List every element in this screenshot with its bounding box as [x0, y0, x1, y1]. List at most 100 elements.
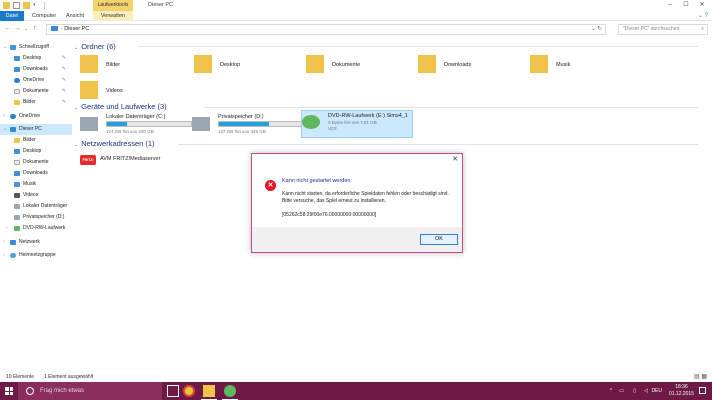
chrome-icon[interactable]	[183, 385, 195, 397]
error-code: [05262c58:29f00e76:00000000:00000000]	[282, 212, 377, 218]
sidebar-item-pc-downloads[interactable]: Downloads	[0, 168, 72, 179]
pin-icon[interactable]: ✎	[62, 97, 66, 108]
tab-ansicht[interactable]: Ansicht	[62, 11, 88, 21]
drive-c[interactable]: Lokaler Datenträger (C:) 174 GB frei von…	[80, 113, 194, 141]
sidebar-item-dvd[interactable]: › DVD-RW-Laufwerk	[0, 223, 72, 234]
folders-group-header[interactable]: ⌄ Ordner (6)	[74, 42, 116, 51]
sidebar-item-homegroup[interactable]: › Heimnetzgruppe	[0, 250, 72, 261]
pictures-icon	[14, 100, 20, 105]
chevron-down-icon[interactable]: ⌄	[3, 42, 7, 53]
sidebar-item-drive-c[interactable]: Lokaler Datenträger	[0, 201, 72, 212]
minimize-icon[interactable]: –	[662, 0, 678, 11]
folder-musik[interactable]: Musik	[530, 55, 640, 81]
refresh-icon[interactable]: ⌄ ↻	[591, 25, 602, 34]
pin-icon[interactable]: ✎	[62, 75, 66, 86]
sidebar-item-onedrive-pinned[interactable]: OneDrive ✎	[0, 75, 72, 86]
language-indicator[interactable]: DEU	[651, 388, 662, 394]
tab-computer[interactable]: Computer	[28, 11, 60, 21]
sidebar-item-pc-dokumente[interactable]: Dokumente	[0, 157, 72, 168]
windows-logo-icon	[5, 387, 13, 395]
chevron-down-icon[interactable]: ⌄	[74, 45, 78, 51]
hard-drive-icon	[14, 215, 20, 220]
drive-dvd[interactable]: DVD-RW-Laufwerk (E:) Sims4_1 0 Bytes fre…	[301, 110, 413, 138]
dialog-heading: Kann nicht gestartet werden:	[282, 178, 353, 184]
ok-button[interactable]: OK	[420, 234, 458, 245]
close-icon[interactable]: ✕	[694, 0, 710, 11]
folder-bilder[interactable]: Bilder	[80, 55, 190, 81]
properties-icon[interactable]	[13, 2, 20, 9]
view-toggle-icon[interactable]: ▤ ▦	[694, 372, 707, 382]
disc-icon	[14, 226, 20, 231]
new-folder-icon[interactable]	[23, 2, 30, 9]
sidebar-item-bilder[interactable]: Bilder ✎	[0, 97, 72, 108]
chevron-right-icon[interactable]: ›	[3, 111, 5, 122]
separator	[44, 2, 45, 9]
sidebar-item-downloads[interactable]: Downloads ✎	[0, 64, 72, 75]
tab-verwalten[interactable]: Verwalten	[93, 11, 133, 21]
windows-drive-icon	[80, 117, 98, 131]
drive-usage-fill	[219, 122, 270, 126]
up-icon[interactable]: ↑	[33, 24, 37, 34]
pin-icon[interactable]: ✎	[62, 53, 66, 64]
network-group-header[interactable]: ⌄ Netzwerkadressen (1)	[74, 139, 155, 148]
desktop-folder-icon	[194, 55, 212, 73]
sidebar-item-drive-d[interactable]: Privatspeicher (D:)	[0, 212, 72, 223]
start-button[interactable]	[0, 382, 18, 400]
folder-downloads[interactable]: Downloads	[418, 55, 528, 81]
recent-dropdown-icon[interactable]: ⌄	[24, 24, 28, 34]
pictures-folder-icon	[80, 55, 98, 73]
drive-usage-bar	[106, 121, 192, 127]
sidebar-item-pc-bilder[interactable]: Bilder	[0, 135, 72, 146]
sidebar-item-network[interactable]: › Netzwerk	[0, 237, 72, 248]
ribbon-expand-icon[interactable]: ⌄ ?	[698, 11, 708, 21]
battery-icon[interactable]: ▯	[633, 388, 636, 394]
network-icon[interactable]: ▭	[619, 388, 624, 394]
close-icon[interactable]: ✕	[452, 155, 458, 163]
sidebar-item-onedrive[interactable]: › OneDrive	[0, 111, 72, 122]
fritz-icon: FRITZ!	[80, 155, 96, 165]
taskbar-search[interactable]: Frag mich etwas	[18, 382, 162, 400]
chevron-right-icon[interactable]: ›	[6, 223, 8, 234]
maximize-icon[interactable]: ☐	[678, 0, 694, 11]
status-bar: 10 Elemente 1 Element ausgewählt ▤ ▦	[0, 372, 712, 382]
chevron-down-icon[interactable]: ⌄	[74, 105, 78, 111]
sidebar-item-desktop[interactable]: Desktop ✎	[0, 53, 72, 64]
chevron-down-icon[interactable]: ⌄	[3, 124, 7, 135]
sidebar-item-pc-videos[interactable]: Videos	[0, 190, 72, 201]
volume-icon[interactable]: ◁	[644, 388, 648, 394]
sidebar-item-dokumente[interactable]: Dokumente ✎	[0, 86, 72, 97]
folder-dokumente[interactable]: Dokumente	[306, 55, 416, 81]
sidebar-item-quick-access[interactable]: ⌄ Schnellzugriff	[0, 42, 72, 53]
computer-icon	[10, 127, 16, 132]
network-item-fritz[interactable]: FRITZ! AVM FRITZ!Mediaserver	[80, 153, 170, 167]
sidebar-item-this-pc[interactable]: ⌄ Dieser PC	[0, 124, 72, 135]
folder-icon[interactable]	[3, 2, 10, 9]
network-icon	[10, 240, 16, 245]
music-folder-icon	[530, 55, 548, 73]
file-explorer-icon[interactable]	[201, 385, 217, 400]
drives-group-header[interactable]: ⌄ Geräte und Laufwerke (3)	[74, 102, 167, 111]
back-icon[interactable]: ←	[4, 24, 11, 34]
sidebar-item-pc-desktop[interactable]: Desktop	[0, 146, 72, 157]
chevron-up-icon[interactable]: ^	[610, 388, 612, 394]
chevron-right-icon[interactable]: ›	[3, 250, 5, 261]
search-input[interactable]: "Dieser PC" durchsuchen ⌕	[618, 24, 708, 35]
window-title: Dieser PC	[148, 2, 174, 8]
clock[interactable]: 18:36 01.12.2015	[669, 384, 694, 398]
pin-icon[interactable]: ✎	[62, 64, 66, 75]
folder-desktop[interactable]: Desktop	[194, 55, 304, 81]
address-bar[interactable]: › Dieser PC ⌄ ↻	[46, 24, 606, 35]
notifications-icon[interactable]	[699, 387, 706, 394]
quick-access-dropdown-icon[interactable]: ▾	[33, 2, 40, 9]
chevron-down-icon[interactable]: ⌄	[74, 142, 78, 148]
sidebar-item-pc-musik[interactable]: Musik	[0, 179, 72, 190]
pin-icon[interactable]: ✎	[62, 86, 66, 97]
search-icon: ⌕	[701, 26, 704, 32]
tab-datei[interactable]: Datei	[0, 11, 24, 21]
chevron-right-icon[interactable]: ›	[3, 237, 5, 248]
forward-icon[interactable]: →	[14, 24, 21, 34]
drive-d[interactable]: Privatspeicher (D:) 137 GB frei von 345 …	[192, 113, 306, 141]
sims-icon[interactable]	[222, 385, 238, 400]
item-count: 10 Elemente	[6, 374, 35, 380]
task-view-icon[interactable]	[167, 385, 179, 397]
